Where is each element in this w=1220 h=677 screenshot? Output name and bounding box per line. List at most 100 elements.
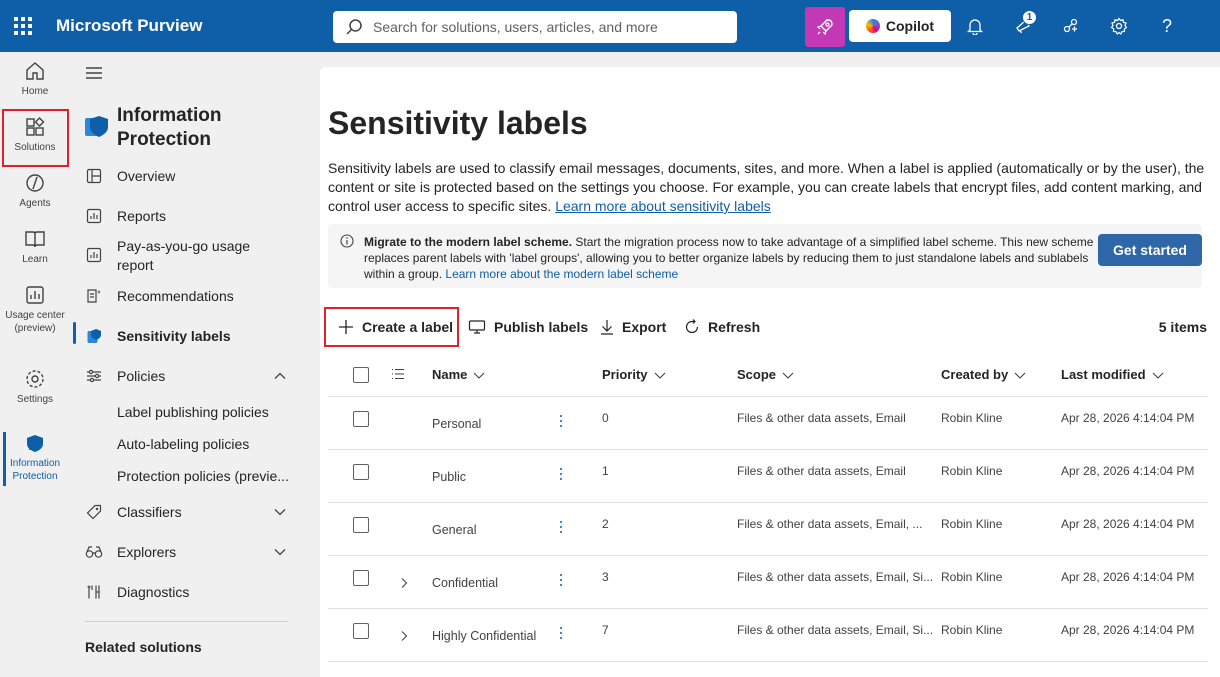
more-options-icon[interactable] <box>560 521 562 533</box>
whats-new-button[interactable]: 1 <box>1009 10 1037 40</box>
more-options-icon[interactable] <box>560 627 562 639</box>
usage-chart-icon <box>26 286 44 304</box>
notifications-button[interactable] <box>961 12 989 40</box>
chevron-right-icon[interactable] <box>399 577 409 589</box>
column-header-priority[interactable]: Priority <box>602 367 666 382</box>
nav-item-protection-policies[interactable]: Protection policies (previe... <box>117 468 289 484</box>
row-checkbox[interactable] <box>353 517 369 533</box>
column-header-created-by[interactable]: Created by <box>941 367 1026 382</box>
connections-icon <box>1063 18 1078 33</box>
column-header-name[interactable]: Name <box>432 367 485 382</box>
chevron-down-icon[interactable] <box>273 545 287 559</box>
row-checkbox[interactable] <box>353 623 369 639</box>
label-created-by: Robin Kline <box>941 517 1003 531</box>
nav-item-explorers[interactable]: Explorers <box>70 543 310 562</box>
table-row[interactable]: Highly Confidential 7 Files & other data… <box>328 609 1208 662</box>
nav-item-overview[interactable]: Overview <box>70 167 310 186</box>
more-options-icon[interactable] <box>560 415 562 427</box>
table-row[interactable]: Public 1 Files & other data assets, Emai… <box>328 450 1208 503</box>
nav-item-payg-report[interactable]: Pay-as-you-go usage report <box>70 237 310 275</box>
get-started-button[interactable]: Get started <box>1098 234 1202 266</box>
row-checkbox[interactable] <box>353 411 369 427</box>
copilot-button[interactable]: Copilot <box>849 10 951 42</box>
publish-labels-button[interactable]: Publish labels <box>468 307 588 347</box>
rail-item-usage-center[interactable]: Usage center (preview) <box>0 284 70 335</box>
create-label-button[interactable]: Create a label <box>338 307 453 347</box>
nav-item-auto-labeling-policies[interactable]: Auto-labeling policies <box>117 436 249 452</box>
rail-item-settings[interactable]: Settings <box>0 368 70 406</box>
select-all-checkbox[interactable] <box>353 367 369 383</box>
rail-item-agents[interactable]: Agents <box>0 172 70 210</box>
rail-item-learn[interactable]: Learn <box>0 228 70 266</box>
nav-item-label-publishing-policies[interactable]: Label publishing policies <box>117 404 269 420</box>
nav-item-classifiers[interactable]: Classifiers <box>70 503 310 522</box>
connections-button[interactable] <box>1057 12 1085 40</box>
label-name[interactable]: Public <box>432 470 466 484</box>
list-options-icon[interactable] <box>391 368 405 380</box>
label-name[interactable]: Personal <box>432 417 481 431</box>
collapse-nav-button[interactable] <box>85 66 103 85</box>
page-title: Sensitivity labels <box>328 105 588 141</box>
plus-icon <box>339 320 353 334</box>
help-button[interactable]: ? <box>1153 12 1181 40</box>
chevron-down-icon <box>1152 372 1163 379</box>
label-priority: 2 <box>602 517 609 531</box>
table-row[interactable]: Confidential 3 Files & other data assets… <box>328 556 1208 609</box>
row-checkbox[interactable] <box>353 464 369 480</box>
column-header-last-modified[interactable]: Last modified <box>1061 367 1164 382</box>
label-created-by: Robin Kline <box>941 411 1003 425</box>
more-options-icon[interactable] <box>560 468 562 480</box>
more-options-icon[interactable] <box>560 574 562 586</box>
nav-item-sensitivity-labels[interactable]: Sensitivity labels <box>70 327 310 346</box>
app-launcher-button[interactable] <box>0 0 46 52</box>
items-count: 5 items <box>1158 319 1207 335</box>
table-header: Name Priority Scope Created by Last modi… <box>328 352 1208 397</box>
nav-related-solutions[interactable]: Related solutions <box>85 639 202 655</box>
label-name[interactable]: Highly Confidential <box>432 629 536 643</box>
nav-item-policies[interactable]: Policies <box>70 367 310 386</box>
refresh-icon <box>685 319 699 334</box>
rail-item-information-protection[interactable]: Information Protection <box>0 432 70 483</box>
nav-item-diagnostics[interactable]: Diagnostics <box>70 583 310 602</box>
information-protection-icon <box>82 110 110 145</box>
label-priority: 0 <box>602 411 609 425</box>
label-scope: Files & other data assets, Email, ... <box>737 517 923 531</box>
rocket-icon <box>816 19 833 36</box>
gear-icon <box>1110 17 1128 35</box>
export-button[interactable]: Export <box>600 307 666 347</box>
modern-label-scheme-link[interactable]: Learn more about the modern label scheme <box>445 267 678 281</box>
search-placeholder: Search for solutions, users, articles, a… <box>373 19 658 35</box>
chevron-right-icon[interactable] <box>399 630 409 642</box>
label-priority: 3 <box>602 570 609 584</box>
search-box[interactable]: Search for solutions, users, articles, a… <box>333 11 737 43</box>
label-last-modified: Apr 28, 2026 4:14:04 PM <box>1061 411 1195 425</box>
label-name[interactable]: Confidential <box>432 576 498 590</box>
brand-title[interactable]: Microsoft Purview <box>56 16 202 36</box>
column-header-scope[interactable]: Scope <box>737 367 794 382</box>
chevron-up-icon[interactable] <box>273 369 287 383</box>
label-created-by: Robin Kline <box>941 623 1003 637</box>
publish-icon <box>468 320 486 334</box>
home-icon <box>26 62 44 80</box>
agents-icon <box>26 174 44 192</box>
label-scope: Files & other data assets, Email, Si... <box>737 623 934 637</box>
settings-button[interactable] <box>1105 12 1133 40</box>
rail-item-solutions[interactable]: Solutions <box>0 116 70 154</box>
label-name[interactable]: General <box>432 523 476 537</box>
banner-text: Migrate to the modern label scheme. Star… <box>364 235 1094 281</box>
nav-item-reports[interactable]: Reports <box>70 207 310 226</box>
table-row[interactable]: Personal 0 Files & other data assets, Em… <box>328 397 1208 450</box>
rail-item-home[interactable]: Home <box>0 60 70 98</box>
label-scope: Files & other data assets, Email <box>737 464 906 478</box>
download-icon <box>601 320 613 335</box>
row-checkbox[interactable] <box>353 570 369 586</box>
nav-item-recommendations[interactable]: Recommendations <box>70 287 310 306</box>
nav-title: Information Protection <box>117 105 222 150</box>
refresh-button[interactable]: Refresh <box>684 307 760 347</box>
rocket-button[interactable] <box>805 7 845 47</box>
label-scope: Files & other data assets, Email <box>737 411 906 425</box>
table-row[interactable]: General 2 Files & other data assets, Ema… <box>328 503 1208 556</box>
learn-more-link[interactable]: Learn more about sensitivity labels <box>555 198 771 214</box>
chevron-down-icon[interactable] <box>273 505 287 519</box>
label-last-modified: Apr 28, 2026 4:14:04 PM <box>1061 570 1195 584</box>
